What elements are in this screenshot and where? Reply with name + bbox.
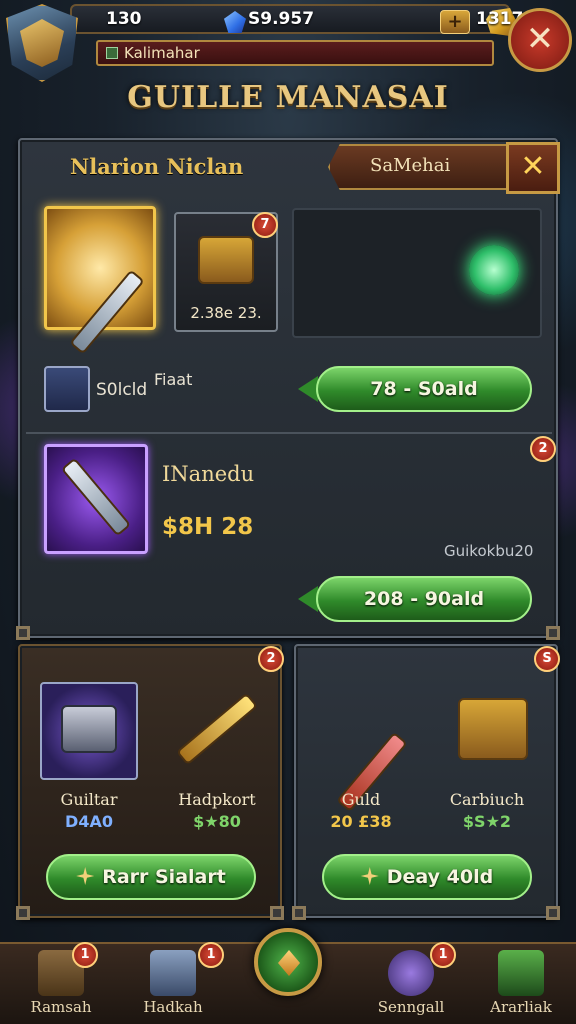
guild-banner: Kalimahar (96, 40, 494, 66)
featured-item-badge: 7 (252, 212, 278, 238)
row-item-feature: Fiaat (154, 370, 193, 389)
left-item2-value: $★80 (193, 812, 241, 831)
item2-badge: 2 (530, 436, 556, 462)
staff-icon (178, 695, 256, 763)
item2-price: $8H 28 (162, 514, 254, 540)
arrow-left-icon (298, 376, 318, 402)
page-title: GUILLE MANASAI (127, 80, 449, 115)
nav-item-hadkah[interactable]: 1 Hadkah (118, 942, 228, 1024)
nav-item-ararliak[interactable]: Ararliak (466, 948, 576, 1024)
banner-text: Kalimahar (124, 44, 200, 62)
leaf-icon (498, 950, 544, 996)
item2-subtext: Guikokbu20 (444, 542, 534, 560)
legendary-item-slot[interactable] (44, 206, 156, 352)
divider (26, 432, 552, 434)
buy-button-2[interactable]: 208 - 90ald (316, 576, 532, 622)
diamond-icon (278, 950, 300, 976)
left-panel-button-label: Rarr Sialart (102, 866, 226, 888)
left-item2-label: Hadpkort (178, 790, 256, 809)
left-item1-value: D4A0 (65, 812, 113, 831)
nav-label: Ramsah (30, 998, 92, 1016)
row-item-icon (44, 366, 90, 412)
axe-item[interactable] (316, 682, 414, 810)
featured-item-price: 2.38e 23. (190, 304, 262, 322)
close-button[interactable]: ✕ (508, 8, 572, 72)
armor-icon (198, 236, 254, 285)
level-value: 130 (106, 9, 142, 29)
left-item1-label: Guiltar (60, 790, 118, 809)
right-item2-value: $S★2 (462, 812, 512, 831)
top-bar: 130 S9.957 + 1317 Kalimahar ✕ (0, 0, 576, 82)
treasure-chest-item[interactable] (444, 682, 542, 780)
right-panel-button-label: Deay 40ld (386, 866, 494, 888)
featured-item-slot[interactable]: 7 2.38e 23. (174, 212, 278, 332)
nav-label: Hadkah (143, 998, 203, 1016)
row-item-label: S0lcld (96, 380, 148, 400)
tab-selector[interactable]: SaMehai (328, 144, 524, 190)
preview-slot (292, 208, 542, 338)
arrow-left-icon (298, 586, 318, 612)
nav-badge: 1 (198, 942, 224, 968)
left-panel-button[interactable]: Rarr Sialart (46, 854, 256, 900)
panel-corner (16, 626, 30, 640)
right-item1-label: Guld (341, 790, 381, 809)
right-offer-panel: S Guld Carbiuch 20 £38 $S★2 Deay 40ld (292, 644, 560, 920)
right-item2-label: Carbiuch (449, 790, 525, 809)
nav-badge: 1 (72, 942, 98, 968)
panel-corner (546, 906, 560, 920)
sparkle-icon (76, 867, 95, 885)
nav-label: Ararliak (490, 998, 552, 1016)
left-offer-panel: 2 Guiltar Hadpkort D4A0 $★80 Rarr Sialar… (16, 644, 284, 920)
buy-button-1[interactable]: 78 - S0ald (316, 366, 532, 412)
panel-corner (270, 906, 284, 920)
center-nav-button[interactable] (254, 928, 322, 996)
nav-item-ramsah[interactable]: 1 Ramsah (6, 942, 116, 1024)
add-gold-button[interactable]: + (440, 10, 470, 34)
weapon-item-slot[interactable] (44, 444, 148, 554)
tab-label: SaMehai (370, 155, 451, 176)
treasure-chest-icon (458, 698, 528, 761)
close-tab-button[interactable]: ✕ (506, 142, 560, 194)
shop-panel: Nlarion Niclan SaMehai ✕ 7 2.38e 23. S0l… (16, 138, 560, 640)
crossed-weapons-icon (63, 460, 129, 534)
item2-name: INanedu (162, 462, 255, 486)
panel-corner (546, 626, 560, 640)
nav-item-senngall[interactable]: 1 Senngall (356, 942, 466, 1024)
sparkle-icon (360, 867, 379, 885)
magic-ring-icon (388, 950, 434, 996)
staff-item[interactable] (168, 682, 266, 780)
right-panel-button[interactable]: Deay 40ld (322, 854, 532, 900)
nav-label: Senngall (377, 998, 445, 1016)
nav-badge: 1 (430, 942, 456, 968)
left-panel-badge: 2 (258, 646, 284, 672)
banner-icon (106, 47, 118, 59)
right-panel-badge: S (534, 646, 560, 672)
crystal-chest-item[interactable] (40, 682, 138, 780)
magic-orb-icon (469, 245, 519, 296)
sword-icon (72, 271, 142, 352)
guild-crest-icon[interactable] (6, 4, 78, 82)
resource-bar: 130 S9.957 + 1317 (70, 4, 523, 36)
right-item1-value: 20 £38 (330, 812, 392, 831)
gem-icon (224, 11, 246, 33)
chest-icon (61, 705, 117, 754)
weapon-icon (150, 950, 196, 996)
panel-corner (16, 906, 30, 920)
shop-section-title: Nlarion Niclan (70, 154, 244, 179)
panel-corner (292, 906, 306, 920)
gems-value: S9.957 (248, 9, 315, 29)
